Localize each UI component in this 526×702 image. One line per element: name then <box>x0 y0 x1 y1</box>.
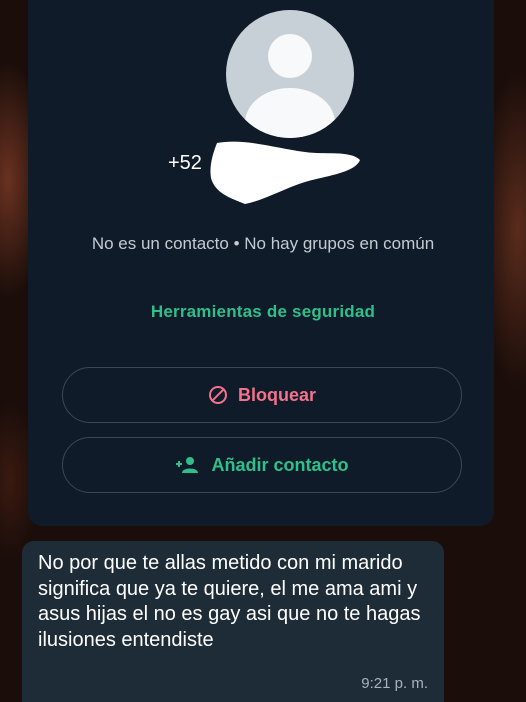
incoming-message-bubble[interactable]: No por que te allas metido con mi marido… <box>22 541 444 702</box>
avatar-body-shape <box>245 88 335 138</box>
security-tools-link[interactable]: Herramientas de seguridad <box>98 302 428 322</box>
redaction-scribble <box>210 141 360 204</box>
avatar[interactable] <box>226 10 354 138</box>
avatar-head-shape <box>268 34 312 78</box>
block-icon <box>208 385 228 405</box>
phone-number: +52 <box>168 152 202 174</box>
add-contact-label: Añadir contacto <box>211 454 349 475</box>
block-button[interactable]: Bloquear <box>62 367 462 423</box>
contact-status-text: No es un contacto • No hay grupos en com… <box>91 234 435 253</box>
message-timestamp: 9:21 p. m. <box>361 675 428 692</box>
add-contact-button[interactable]: Añadir contacto <box>62 437 462 493</box>
message-text: No por que te allas metido con mi marido… <box>38 552 421 651</box>
block-label: Bloquear <box>237 384 316 405</box>
add-person-icon <box>175 456 201 474</box>
